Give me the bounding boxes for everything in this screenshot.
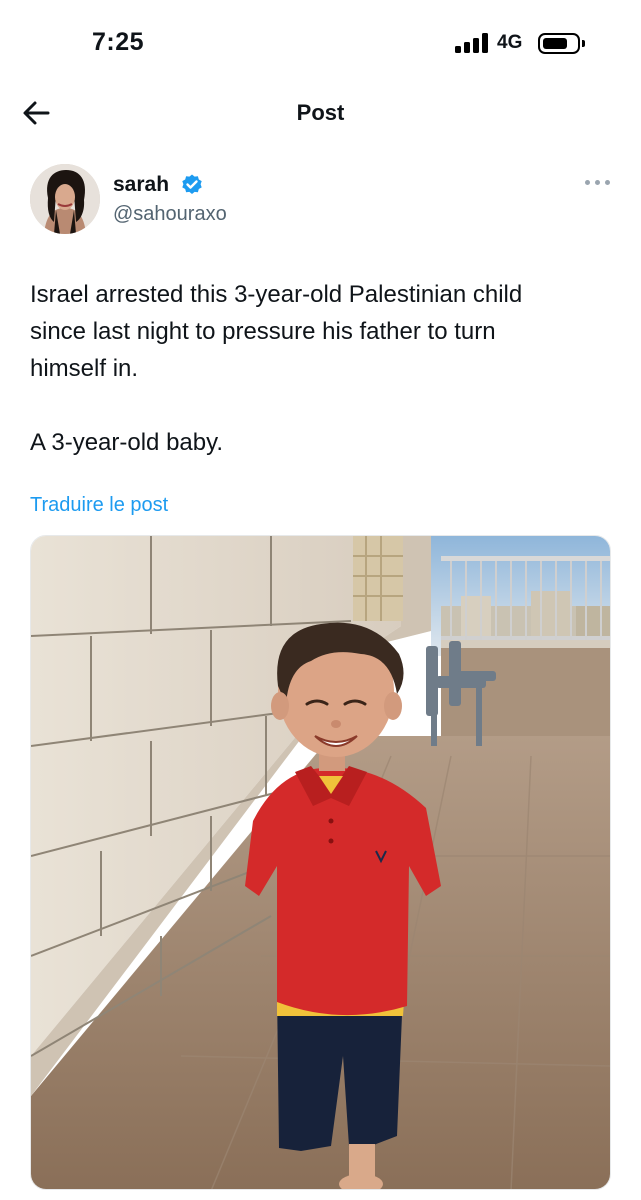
user-handle[interactable]: @sahouraxo — [113, 203, 227, 226]
post-text-paragraph: Israel arrested this 3-year-old Palestin… — [30, 281, 523, 382]
post-screen: 7:25 4G Post sarah @sahouraxo Israel arr… — [0, 0, 641, 1200]
status-time: 7:25 — [92, 28, 145, 56]
avatar[interactable] — [30, 164, 100, 234]
battery-tip — [582, 40, 585, 47]
display-name[interactable]: sarah — [113, 173, 169, 197]
post-media-photo[interactable] — [30, 535, 611, 1190]
more-button[interactable] — [585, 176, 611, 190]
translate-post-link[interactable]: Traduire le post — [30, 494, 168, 517]
signal-bars-icon — [455, 33, 489, 53]
header: Post — [0, 88, 641, 138]
network-label: 4G — [497, 32, 523, 53]
page-title: Post — [296, 100, 345, 125]
battery-icon — [538, 33, 580, 54]
post-text: Israel arrested this 3-year-old Palestin… — [30, 276, 620, 461]
verified-badge-icon — [182, 174, 202, 194]
status-bar: 7:25 4G — [0, 0, 641, 88]
post-text-paragraph: A 3-year-old baby. — [30, 429, 223, 456]
